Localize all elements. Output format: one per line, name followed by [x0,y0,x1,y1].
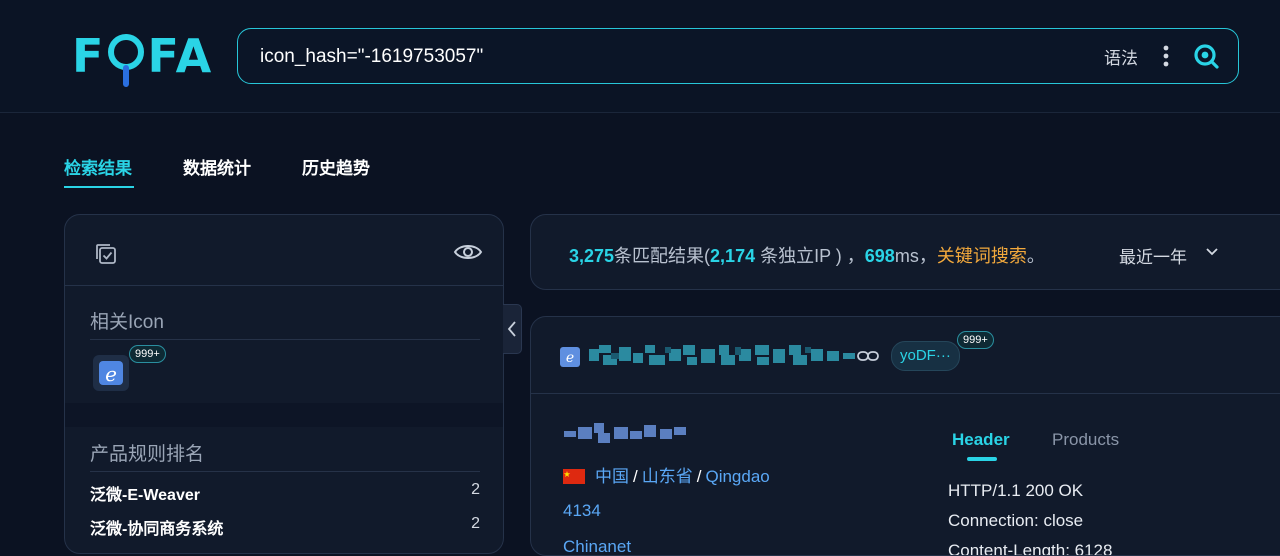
product-rank-title: 产品规则排名 [90,444,205,465]
redacted-title [564,423,686,443]
org-link[interactable]: Chinanet [563,537,631,555]
related-icon-item[interactable]: e [93,355,129,391]
tab-products[interactable]: Products [1052,430,1119,450]
active-tab-underline [64,186,134,188]
header-line: Content-Length: 6128 [948,541,1113,556]
icon-count-badge: 999+ [129,345,166,363]
eye-icon[interactable] [453,241,483,263]
country-link[interactable]: 中国 [595,467,629,486]
match-count: 3,275 [569,246,615,266]
query-time: 698 [864,246,895,266]
port-link[interactable]: 4134 [563,501,601,521]
chevron-down-icon[interactable] [1205,245,1219,259]
sidebar-header [65,215,503,286]
divider [90,339,480,340]
filter-sidebar: 相关Icon e 999+ 产品规则排名 泛微-E-Weaver 2 泛微-协同… [64,214,504,554]
tab-data-statistics[interactable]: 数据统计 [183,154,251,179]
city-link[interactable]: Qingdao [705,467,769,486]
more-vertical-icon[interactable] [1158,41,1174,71]
active-tab-underline [967,457,997,461]
tab-header[interactable]: Header [952,430,1010,450]
chevron-left-icon [507,321,516,337]
search-icon[interactable] [1192,41,1220,71]
match-label: 条匹配结果( [614,246,711,266]
weaver-e-icon: e [99,361,123,386]
result-summary: 3,275条匹配结果(2,174 条独立IP ) ，698ms，关键词搜索。 [569,242,1045,268]
unique-ip-count: 2,174 [710,246,756,266]
search-bar: 语法 [237,28,1239,85]
result-card-body: 中国 / 山东省 / Qingdao 4134 Chinanet Header Prod… [531,393,1280,556]
product-name: 泛微-E-Weaver [90,487,200,504]
logo-text-left: F [72,29,106,83]
search-input[interactable] [258,29,1082,85]
product-rank-row[interactable]: 泛微-E-Weaver 2 [90,479,480,505]
summary-period: 。 [1026,246,1045,266]
top-bar: F FA 语法 [0,0,1280,113]
divider [90,471,480,472]
query-time-unit: ms， [894,246,937,266]
product-name: 泛微-协同商务系统 [90,521,224,538]
result-card-header: e yoDF··· 999+ [531,317,1280,394]
product-count: 2 [471,515,480,532]
result-card: e yoDF··· 999+ 中国 / 山东省 / Qingdao 4134 C… [530,316,1280,556]
link-icon[interactable] [857,349,879,363]
select-all-icon[interactable] [93,241,119,267]
redacted-host-link[interactable] [589,343,857,367]
result-summary-bar: 3,275条匹配结果(2,174 条独立IP ) ，698ms，关键词搜索。 最… [530,214,1280,290]
icon-hash-tag[interactable]: yoDF··· [891,341,960,371]
related-icon-title: 相关Icon [90,312,164,333]
time-range-select[interactable]: 最近一年 [1119,243,1187,268]
province-link[interactable]: 山东省 [642,467,693,486]
fofa-logo[interactable]: F FA [72,24,213,88]
tag-count-badge: 999+ [957,331,994,349]
svg-text:e: e [105,362,117,386]
keyword-search-link[interactable]: 关键词搜索 [937,246,1027,266]
site-favicon-icon: e [560,347,580,367]
geo-location: 中国 / 山东省 / Qingdao [563,462,770,487]
logo-magnifier-icon [107,33,145,87]
syntax-button[interactable]: 语法 [1104,44,1138,69]
unique-ip-label: 条独立IP ) ， [755,246,865,266]
china-flag-icon [563,469,585,484]
product-rank-row[interactable]: 泛微-协同商务系统 2 [90,513,480,539]
header-line: Connection: close [948,511,1084,530]
logo-text-right: FA [147,29,214,83]
tab-history-trend[interactable]: 历史趋势 [302,154,370,179]
product-count: 2 [471,481,480,498]
tab-search-results[interactable]: 检索结果 [64,154,132,179]
section-divider [65,403,503,427]
collapse-sidebar-button[interactable] [503,304,522,354]
svg-text:e: e [566,350,574,366]
header-line: HTTP/1.1 200 OK [948,481,1084,500]
